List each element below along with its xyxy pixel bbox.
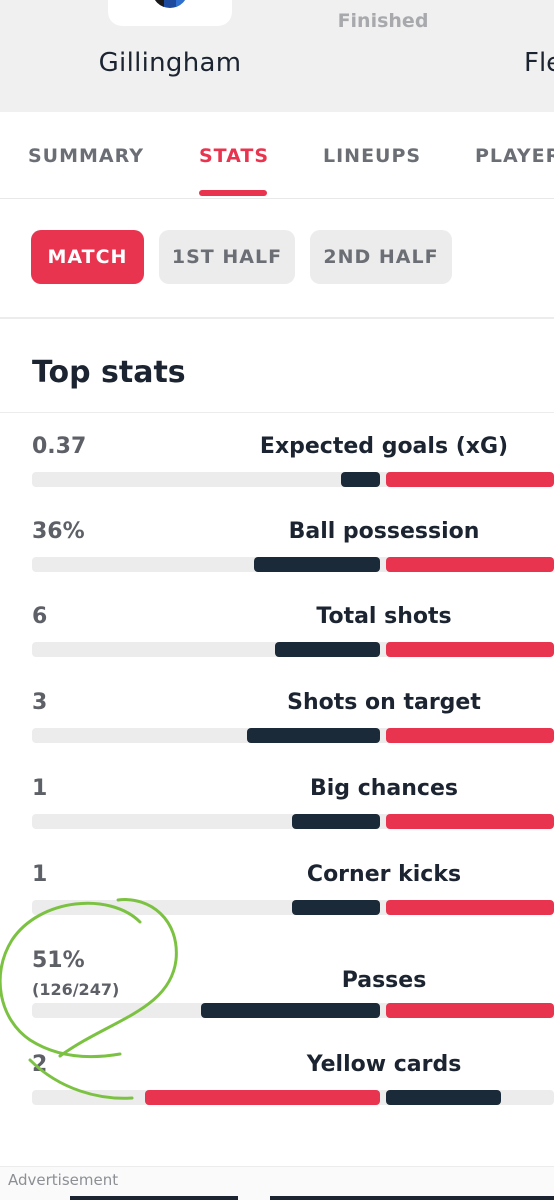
stat-row-expected-goals: 0.37 Expected goals (xG) — [0, 434, 554, 514]
section-title-top-stats: Top stats — [32, 355, 186, 390]
stat-label: Ball possession — [288, 519, 480, 544]
stat-home-value: 6 — [32, 604, 48, 629]
tab-player[interactable]: PLAYER — [475, 145, 554, 167]
period-second-half-button[interactable]: 2ND HALF — [310, 230, 452, 284]
active-tab-indicator — [199, 190, 267, 196]
stat-bar-away — [386, 642, 554, 657]
home-team-badge-card[interactable] — [108, 0, 232, 26]
period-match-button[interactable]: MATCH — [31, 230, 144, 284]
stat-bar-home — [292, 814, 380, 829]
advertisement-label: Advertisement — [8, 1171, 119, 1189]
section-divider — [0, 412, 554, 413]
stat-bar-home — [341, 472, 380, 487]
stat-bar-home — [247, 728, 380, 743]
stat-row-ball-possession: 36% Ball possession — [0, 519, 554, 599]
stat-label: Big chances — [310, 776, 458, 801]
match-header: Gillingham Finished Fle — [0, 0, 554, 112]
stat-label: Passes — [341, 968, 427, 993]
match-stats-screen: Gillingham Finished Fle SUMMARY STATS LI… — [0, 0, 554, 1200]
stat-home-detail: (126/247) — [32, 980, 120, 999]
stat-bar-home — [145, 1090, 380, 1105]
match-status: Finished — [337, 10, 429, 32]
stat-home-value: 3 — [32, 690, 48, 715]
tab-summary[interactable]: SUMMARY — [28, 145, 144, 167]
stat-home-value: 0.37 — [32, 434, 87, 459]
ad-content-line — [270, 1196, 554, 1200]
stat-home-value: 36% — [32, 519, 85, 544]
stat-label: Corner kicks — [306, 862, 462, 887]
stat-row-passes: 51% (126/247) Passes — [0, 948, 554, 1048]
stat-row-big-chances: 1 Big chances — [0, 776, 554, 856]
stat-bar-away — [386, 1090, 501, 1105]
stat-row-total-shots: 6 Total shots — [0, 604, 554, 684]
ad-content-line — [70, 1196, 238, 1200]
home-team-name[interactable]: Gillingham — [60, 48, 280, 78]
stat-home-value: 1 — [32, 862, 48, 887]
stat-bar-home — [292, 900, 380, 915]
stat-bar-home — [254, 557, 380, 572]
stat-label: Total shots — [316, 604, 452, 629]
stat-bar-home — [201, 1003, 380, 1018]
stat-home-value: 1 — [32, 776, 48, 801]
home-team-crest-icon — [152, 0, 188, 8]
stat-bar-away — [386, 1003, 554, 1018]
stat-bar-away — [386, 728, 554, 743]
stat-label: Expected goals (xG) — [259, 434, 509, 459]
tab-stats[interactable]: STATS — [199, 145, 269, 167]
stat-label: Yellow cards — [306, 1052, 462, 1077]
period-first-half-button[interactable]: 1ST HALF — [159, 230, 295, 284]
stat-bar-away — [386, 557, 554, 572]
stat-home-value: 51% — [32, 948, 85, 973]
away-team-name[interactable]: Fle — [524, 48, 554, 78]
stat-home-value: 2 — [32, 1052, 48, 1077]
stat-label: Shots on target — [287, 690, 481, 715]
stat-row-yellow-cards: 2 Yellow cards — [0, 1052, 554, 1132]
tab-bar: SUMMARY STATS LINEUPS PLAYER — [0, 112, 554, 199]
stat-bar-away — [386, 472, 554, 487]
stat-bar-away — [386, 814, 554, 829]
tab-lineups[interactable]: LINEUPS — [323, 145, 421, 167]
stat-row-corner-kicks: 1 Corner kicks — [0, 862, 554, 942]
stat-bar-home — [275, 642, 380, 657]
advertisement-strip[interactable]: Advertisement — [0, 1166, 554, 1200]
period-selector: MATCH 1ST HALF 2ND HALF — [0, 199, 554, 319]
stat-bar-away — [386, 900, 554, 915]
stat-row-shots-on-target: 3 Shots on target — [0, 690, 554, 770]
